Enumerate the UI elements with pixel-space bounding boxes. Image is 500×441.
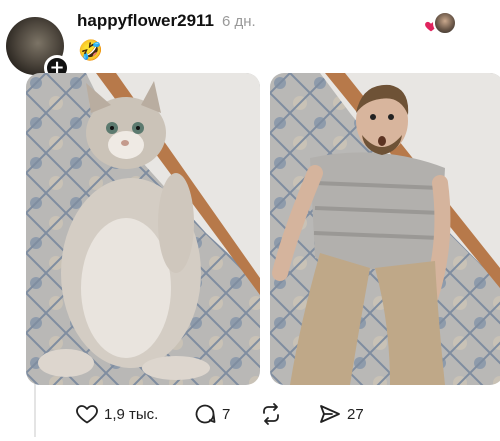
heart-outline-icon	[76, 405, 98, 424]
cat-photo-image	[26, 73, 260, 385]
reply-button[interactable]: 7	[193, 400, 230, 428]
timestamp: 6 дн.	[222, 13, 256, 30]
share-count: 27	[347, 405, 364, 423]
author-avatar[interactable]: +	[6, 17, 70, 81]
repost-button[interactable]	[259, 400, 288, 428]
post-card: + happyflower2911 6 дн. 🤣 1,9 тыс. 7 27	[0, 0, 500, 441]
reply-count: 7	[222, 405, 231, 423]
send-icon	[320, 405, 340, 423]
action-bar: 1,9 тыс. 7 27	[75, 400, 395, 428]
like-button[interactable]: 1,9 тыс.	[75, 400, 158, 428]
username[interactable]: happyflower2911	[77, 11, 214, 31]
like-count: 1,9 тыс.	[104, 405, 159, 423]
post-text: 🤣	[78, 38, 103, 62]
repost-icon	[263, 403, 279, 425]
man-photo[interactable]	[270, 73, 500, 385]
share-button[interactable]: 27	[318, 400, 364, 428]
cat-photo[interactable]	[26, 73, 260, 385]
liker-avatar[interactable]	[433, 11, 457, 35]
comment-icon	[195, 404, 216, 424]
man-photo-image	[270, 73, 500, 385]
